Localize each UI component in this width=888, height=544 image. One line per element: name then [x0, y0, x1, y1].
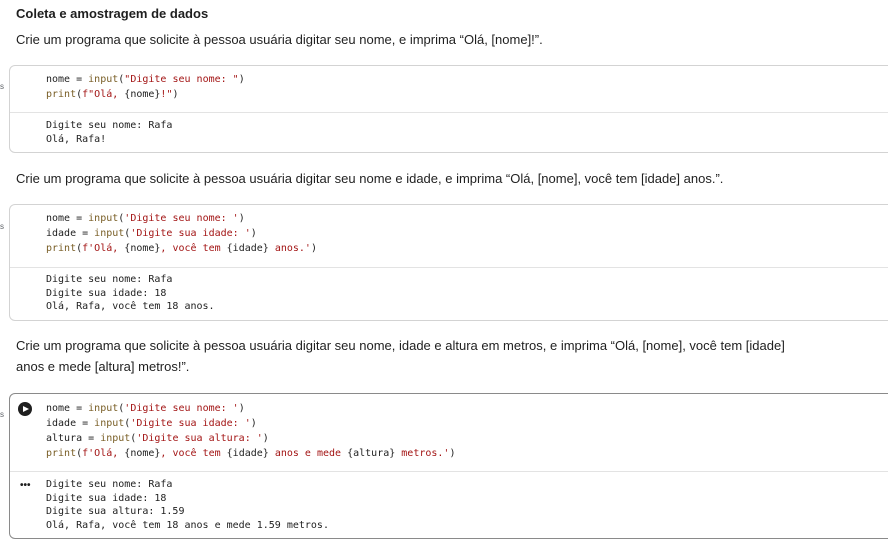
output-divider: [10, 471, 888, 472]
cell-output: Digite seu nome: Rafa Olá, Rafa!: [46, 120, 173, 145]
task-3-text: Crie um programa que solicite à pessoa u…: [16, 338, 785, 374]
code-cell-1[interactable]: nome = input("Digite seu nome: ") print(…: [9, 65, 888, 153]
code-editor[interactable]: nome = input('Digite seu nome: ') idade …: [10, 205, 888, 256]
output-divider: [10, 112, 888, 113]
cell-gutter-mark: s: [0, 410, 4, 419]
code-cell-3[interactable]: nome = input('Digite seu nome: ') idade …: [9, 393, 888, 539]
cell-gutter-mark: s: [0, 222, 4, 231]
cell-output: Digite seu nome: Rafa Digite sua idade: …: [46, 479, 329, 531]
task-1-text: Crie um programa que solicite à pessoa u…: [16, 32, 543, 47]
section-title: Coleta e amostragem de dados: [16, 6, 209, 21]
more-horiz-icon[interactable]: •••: [20, 480, 31, 491]
code-editor[interactable]: nome = input('Digite seu nome: ') idade …: [10, 394, 888, 461]
task-2-text: Crie um programa que solicite à pessoa u…: [16, 171, 724, 186]
cell-output: Digite seu nome: Rafa Digite sua idade: …: [46, 274, 215, 312]
code-editor[interactable]: nome = input("Digite seu nome: ") print(…: [10, 66, 888, 102]
play-circle-icon[interactable]: [18, 402, 32, 416]
output-divider: [10, 267, 888, 268]
cell-gutter-mark: s: [0, 82, 4, 91]
code-cell-2[interactable]: nome = input('Digite seu nome: ') idade …: [9, 204, 888, 321]
